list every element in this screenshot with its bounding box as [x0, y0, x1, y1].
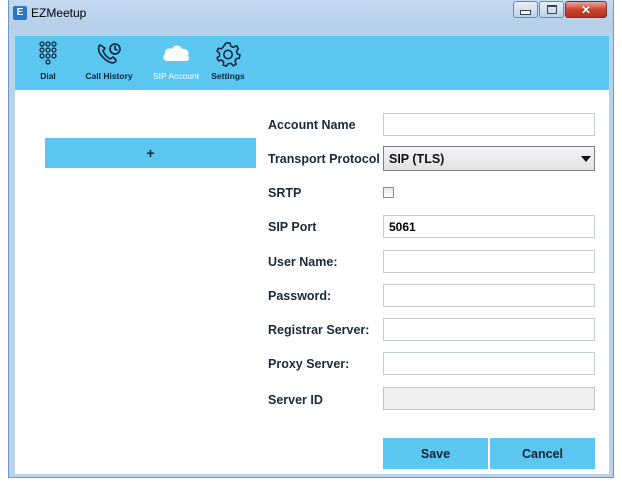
registrar-server-field[interactable] [383, 318, 595, 341]
user-name-label: User Name: [268, 255, 338, 269]
sip-port-field[interactable] [383, 215, 595, 238]
cancel-button[interactable]: Cancel [490, 438, 595, 469]
app-window: E EZMeetup ✕ Dial Call History SIP Accou… [8, 0, 614, 478]
registrar-server-label: Registrar Server: [268, 323, 370, 337]
transport-protocol-value: SIP (TLS) [389, 152, 445, 166]
user-name-field[interactable] [383, 250, 595, 273]
srtp-label: SRTP [268, 186, 302, 200]
close-icon: ✕ [580, 2, 592, 17]
sip-account-panel: + Account Name Transport Protocol SIP (T… [15, 90, 609, 474]
window-title: EZMeetup [31, 6, 87, 20]
minimize-icon [520, 9, 531, 15]
account-name-field[interactable] [383, 113, 595, 136]
app-logo-icon: E [13, 6, 27, 20]
maximize-button[interactable] [539, 1, 564, 18]
save-button[interactable]: Save [383, 438, 488, 469]
toolbar-item-sip-account[interactable]: SIP Account [142, 36, 210, 90]
proxy-server-field[interactable] [383, 352, 595, 375]
password-field[interactable] [383, 284, 595, 307]
toolbar-item-dial[interactable]: Dial [33, 36, 63, 90]
server-id-field [383, 387, 595, 410]
transport-protocol-label: Transport Protocol [268, 152, 380, 166]
toolbar-label-settings: Settings [211, 71, 245, 81]
close-button[interactable]: ✕ [565, 1, 607, 18]
cloud-icon [163, 45, 190, 61]
maximize-icon [546, 5, 557, 14]
srtp-checkbox[interactable] [383, 187, 394, 198]
password-label: Password: [268, 289, 332, 303]
toolbar-item-call-history[interactable]: Call History [81, 36, 137, 90]
add-account-button[interactable]: + [45, 138, 256, 168]
gear-icon [216, 42, 241, 67]
account-name-label: Account Name [268, 118, 356, 132]
toolbar-label-dial: Dial [40, 71, 56, 81]
window-controls: ✕ [512, 1, 607, 18]
proxy-server-label: Proxy Server: [268, 357, 350, 371]
toolbar-label-sip-account: SIP Account [152, 71, 200, 81]
main-toolbar: Dial Call History SIP Account Settings [15, 36, 609, 97]
dialpad-icon [39, 41, 57, 65]
sip-port-label: SIP Port [268, 220, 317, 234]
title-bar[interactable]: E EZMeetup ✕ [9, 0, 613, 30]
dropdown-arrow-icon [577, 147, 594, 170]
toolbar-label-call-history: Call History [85, 71, 133, 81]
server-id-label: Server ID [268, 393, 323, 407]
transport-protocol-select[interactable]: SIP (TLS) [383, 146, 595, 171]
minimize-button[interactable] [513, 1, 538, 18]
toolbar-item-settings[interactable]: Settings [209, 36, 247, 90]
phone-history-icon [97, 43, 121, 64]
